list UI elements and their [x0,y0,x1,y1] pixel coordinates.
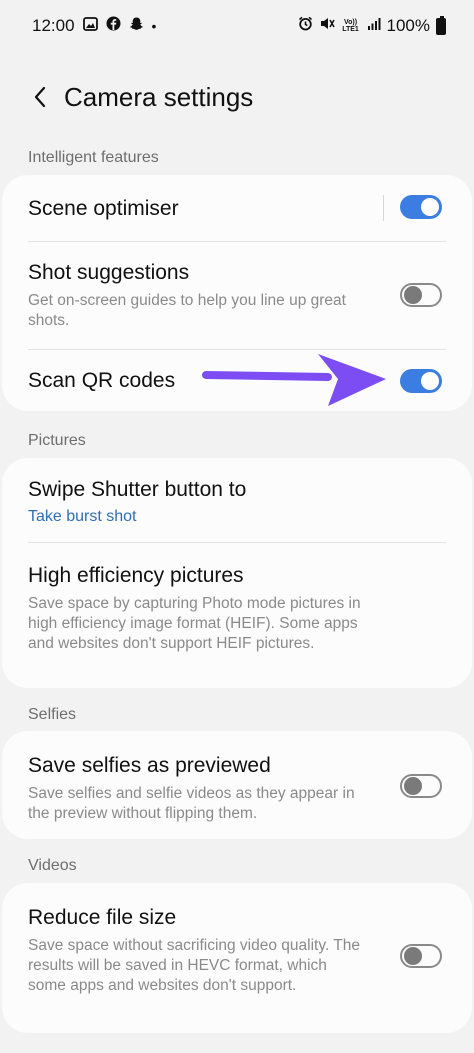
setting-scene-optimiser[interactable]: Scene optimiser [2,175,472,241]
scan-qr-codes-toggle[interactable] [400,369,442,393]
toggle-knob [421,372,439,390]
page-title: Camera settings [64,81,254,112]
reduce-file-size-description: Save space without sacrificing video qua… [28,937,360,994]
toggle-knob [404,947,422,965]
app-bar: Camera settings [0,70,474,124]
mute-icon [319,16,335,36]
toggle-knob [404,286,422,304]
volte-lte-icon: Vo)) LTE1 [342,19,359,33]
toggle-divider [383,195,384,221]
shot-suggestions-toggle[interactable] [400,283,442,307]
setting-reduce-file-size[interactable]: Reduce file size Save space without sacr… [2,883,472,1033]
chevron-left-icon [34,86,46,108]
back-button[interactable] [22,79,58,115]
scene-optimiser-toggle[interactable] [400,195,442,219]
battery-icon [436,15,446,35]
battery-percent: 100% [386,16,430,35]
status-right: Vo)) LTE1 100% [298,15,446,36]
signal-strength-icon [367,16,381,36]
high-efficiency-title: High efficiency pictures [28,564,244,587]
more-notifications-dot-icon: • [151,18,157,34]
status-time: 12:00 [32,16,75,35]
section-header-videos: Videos [28,857,77,874]
videos-card: Reduce file size Save space without sacr… [2,883,472,1033]
swipe-shutter-value: Take burst shot [28,508,137,525]
high-efficiency-description: Save space by capturing Photo mode pictu… [28,595,361,652]
setting-shot-suggestions[interactable]: Shot suggestions Get on-screen guides to… [2,241,472,349]
swipe-shutter-title: Swipe Shutter button to [28,478,247,501]
alarm-icon [298,16,313,36]
selfies-card: Save selfies as previewed Save selfies a… [2,731,472,839]
pictures-card: Swipe Shutter button to Take burst shot … [2,458,472,688]
gallery-notification-icon [82,16,98,36]
shot-suggestions-description: Get on-screen guides to help you line up… [28,292,346,329]
reduce-file-size-toggle[interactable] [400,944,442,968]
status-left: 12:00 • [32,16,156,36]
annotation-arrow-icon [202,354,386,406]
save-selfies-description: Save selfies and selfie videos as they a… [28,785,355,822]
status-bar: 12:00 • Vo)) LTE1 100% [0,0,474,52]
setting-save-selfies-as-previewed[interactable]: Save selfies as previewed Save selfies a… [2,731,472,839]
toggle-knob [421,198,439,216]
save-selfies-toggle[interactable] [400,774,442,798]
save-selfies-title: Save selfies as previewed [28,754,271,777]
section-header-selfies: Selfies [28,706,77,723]
snapchat-notification-icon [129,16,144,36]
reduce-file-size-title: Reduce file size [28,906,177,929]
setting-high-efficiency-pictures[interactable]: High efficiency pictures Save space by c… [2,542,472,688]
section-header-intelligent-features: Intelligent features [28,149,159,166]
shot-suggestions-title: Shot suggestions [28,261,190,284]
setting-swipe-shutter[interactable]: Swipe Shutter button to Take burst shot [2,458,472,542]
section-header-pictures: Pictures [28,432,86,449]
facebook-notification-icon [106,16,121,36]
toggle-knob [404,777,422,795]
